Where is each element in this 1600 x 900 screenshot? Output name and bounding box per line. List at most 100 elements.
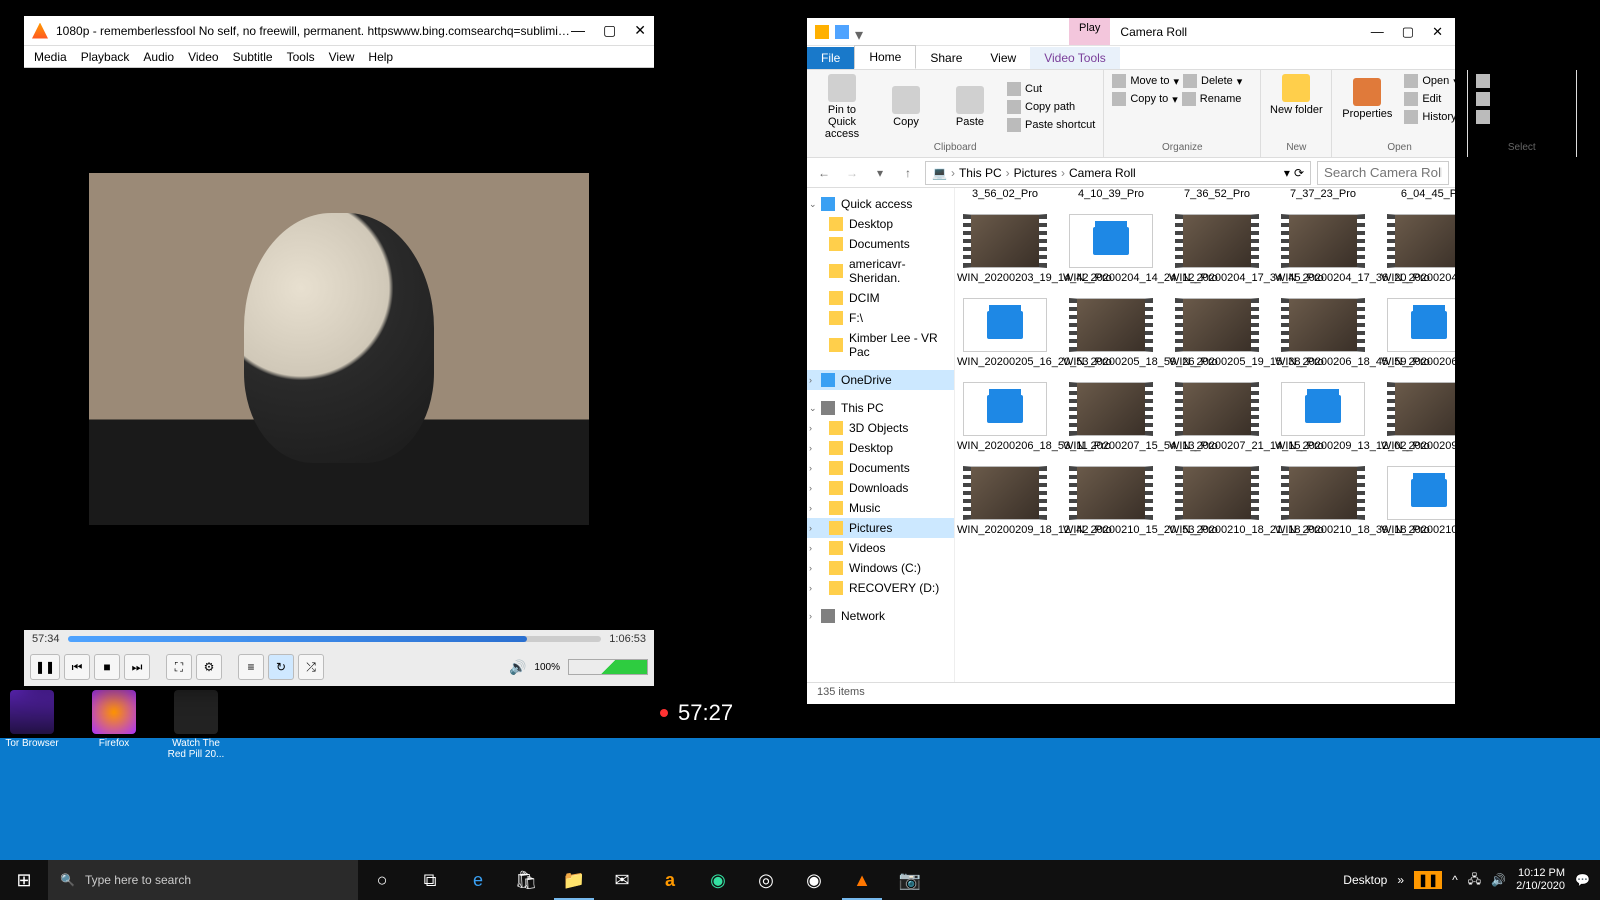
taskbar-app1[interactable]: ◎ bbox=[742, 860, 790, 900]
nav-item[interactable]: ›Music bbox=[807, 498, 954, 518]
rename-button[interactable]: Rename bbox=[1182, 92, 1242, 106]
nav-item[interactable]: DCIM bbox=[807, 288, 954, 308]
vlc-menu-media[interactable]: Media bbox=[34, 50, 67, 64]
select-none-button[interactable]: Select none bbox=[1476, 92, 1568, 106]
file-item[interactable]: 4_10_39_Pro bbox=[1063, 192, 1159, 200]
delete-button[interactable]: Delete ▾ bbox=[1183, 74, 1242, 88]
file-item[interactable]: WIN_20200203_19_14_42_Pro bbox=[957, 214, 1053, 284]
nav-item[interactable]: ›3D Objects bbox=[807, 418, 954, 438]
vlc-titlebar[interactable]: 1080p - rememberlessfool No self, no fre… bbox=[24, 16, 654, 46]
nav-item[interactable]: ›Downloads bbox=[807, 478, 954, 498]
cut-button[interactable]: Cut bbox=[1007, 82, 1095, 96]
file-item[interactable]: WIN_20200210_1_15_11_P bbox=[1381, 466, 1455, 536]
vlc-menu-help[interactable]: Help bbox=[368, 50, 393, 64]
nav-item[interactable]: Desktop bbox=[807, 214, 954, 234]
vlc-menu-audio[interactable]: Audio bbox=[143, 50, 174, 64]
properties-button[interactable]: Properties bbox=[1340, 78, 1394, 120]
tray-app-icon[interactable]: ❚❚ bbox=[1414, 871, 1442, 889]
taskbar-clock[interactable]: 10:12 PM2/10/2020 bbox=[1516, 867, 1565, 893]
nav-item[interactable]: ›Pictures bbox=[807, 518, 954, 538]
vlc-menu-subtitle[interactable]: Subtitle bbox=[233, 50, 273, 64]
nav-item[interactable]: Kimber Lee - VR Pac bbox=[807, 328, 954, 362]
nav-item[interactable]: Documents bbox=[807, 234, 954, 254]
close-button[interactable]: ✕ bbox=[634, 22, 646, 39]
close-button[interactable]: ✕ bbox=[1432, 24, 1443, 40]
vlc-menu-tools[interactable]: Tools bbox=[287, 50, 315, 64]
breadcrumb[interactable]: 💻 ›This PC ›Pictures ›Camera Roll ▾ ⟳ bbox=[925, 161, 1311, 185]
tab-share[interactable]: Share bbox=[916, 47, 976, 69]
up-button[interactable]: ↑ bbox=[897, 162, 919, 184]
file-item[interactable]: WIN_20200204_14_24_12_Pro bbox=[1063, 214, 1159, 284]
file-item[interactable]: 3_56_02_Pro bbox=[957, 192, 1053, 200]
task-view-button[interactable]: ⧉ bbox=[406, 860, 454, 900]
prev-button[interactable]: ⏮ bbox=[64, 654, 90, 680]
taskbar-explorer[interactable]: 📁 bbox=[550, 860, 598, 900]
desktop-icon-firefox[interactable]: Firefox bbox=[82, 690, 146, 760]
file-item[interactable]: 7_37_23_Pro bbox=[1275, 192, 1371, 200]
qat-icon[interactable] bbox=[835, 25, 849, 39]
copy-path-button[interactable]: Copy path bbox=[1007, 100, 1095, 114]
history-button[interactable]: History bbox=[1404, 110, 1458, 124]
mute-icon[interactable]: 🔊 bbox=[509, 659, 526, 676]
vlc-menu-video[interactable]: Video bbox=[188, 50, 218, 64]
new-folder-button[interactable]: New folder bbox=[1269, 74, 1323, 116]
desktop-icon-redpill[interactable]: Watch The Red Pill 20... bbox=[164, 690, 228, 760]
extended-settings-button[interactable]: ⚙ bbox=[196, 654, 222, 680]
file-item[interactable]: WIN_20200204_17_34_45_Pro bbox=[1169, 214, 1265, 284]
file-item[interactable]: WIN_20200206_18_53_11_Pro bbox=[957, 382, 1053, 452]
file-item[interactable]: WIN_20200205_16_20_53_Pro bbox=[957, 298, 1053, 368]
vlc-menu-playback[interactable]: Playback bbox=[81, 50, 130, 64]
file-item[interactable]: WIN_20200210_18_39_18_Pro bbox=[1275, 466, 1371, 536]
copy-to-button[interactable]: Copy to ▾ bbox=[1112, 92, 1177, 106]
seek-bar[interactable] bbox=[68, 636, 602, 642]
tray-overflow-icon[interactable]: ^ bbox=[1452, 873, 1458, 887]
file-item[interactable]: WIN_20200206_18_45_59_Pro bbox=[1275, 298, 1371, 368]
nav-item[interactable]: ›Videos bbox=[807, 538, 954, 558]
file-item[interactable]: WIN_20200209_13_12_02_Pro bbox=[1275, 382, 1371, 452]
nav-item[interactable]: ›Desktop bbox=[807, 438, 954, 458]
file-item[interactable]: WIN_20200207_15_54_13_Pro bbox=[1063, 382, 1159, 452]
pin-to-quick-access-button[interactable]: Pin to Quick access bbox=[815, 74, 869, 140]
start-button[interactable]: ⊞ bbox=[0, 860, 48, 900]
minimize-button[interactable]: — bbox=[1371, 24, 1384, 40]
taskbar-mail[interactable]: ✉ bbox=[598, 860, 646, 900]
edit-button[interactable]: Edit bbox=[1404, 92, 1458, 106]
shuffle-button[interactable]: ⤮ bbox=[298, 654, 324, 680]
action-center-icon[interactable]: 💬 bbox=[1575, 873, 1590, 887]
forward-button[interactable]: → bbox=[841, 162, 863, 184]
qat-dropdown-icon[interactable]: ▾ bbox=[855, 25, 869, 39]
desktop-toolbar-label[interactable]: Desktop bbox=[1343, 873, 1387, 887]
desktop-toolbar-chevron[interactable]: » bbox=[1397, 873, 1404, 887]
taskbar-tripadvisor[interactable]: ◉ bbox=[694, 860, 742, 900]
paste-shortcut-button[interactable]: Paste shortcut bbox=[1007, 118, 1095, 132]
nav-item[interactable]: ›Documents bbox=[807, 458, 954, 478]
pause-button[interactable]: ❚❚ bbox=[30, 654, 60, 680]
invert-selection-button[interactable]: Invert selection bbox=[1476, 110, 1568, 124]
loop-button[interactable]: ↻ bbox=[268, 654, 294, 680]
file-item[interactable]: WIN_20200207_21_14_15_Pro bbox=[1169, 382, 1265, 452]
volume-slider[interactable] bbox=[568, 659, 648, 675]
tab-video-tools[interactable]: Video Tools bbox=[1030, 47, 1120, 69]
cortana-button[interactable]: ○ bbox=[358, 860, 406, 900]
taskbar-camera[interactable]: 📷 bbox=[886, 860, 934, 900]
stop-button[interactable]: ■ bbox=[94, 654, 120, 680]
refresh-button[interactable]: ⟳ bbox=[1294, 166, 1304, 180]
nav-onedrive[interactable]: ›OneDrive bbox=[807, 370, 954, 390]
nav-item[interactable]: ›Windows (C:) bbox=[807, 558, 954, 578]
file-item[interactable]: WIN_20200204_18_03_12_P bbox=[1381, 214, 1455, 284]
search-input[interactable] bbox=[1317, 161, 1449, 185]
vlc-video-area[interactable] bbox=[24, 68, 654, 630]
nav-item[interactable]: ›RECOVERY (D:) bbox=[807, 578, 954, 598]
file-item[interactable]: WIN_20200209_18_12_42_Pro bbox=[957, 466, 1053, 536]
nav-network[interactable]: ›Network bbox=[807, 606, 954, 626]
file-item[interactable]: WIN_20200205_18_59_26_Pro bbox=[1063, 298, 1159, 368]
nav-quick-access[interactable]: ⌄Quick access bbox=[807, 194, 954, 214]
tab-file[interactable]: File bbox=[807, 47, 854, 69]
paste-button[interactable]: Paste bbox=[943, 86, 997, 128]
address-dropdown-icon[interactable]: ▾ bbox=[1284, 166, 1290, 180]
volume-icon[interactable]: 🔊 bbox=[1491, 873, 1506, 887]
select-all-button[interactable]: Select all bbox=[1476, 74, 1568, 88]
desktop-icon-tor[interactable]: Tor Browser bbox=[0, 690, 64, 760]
file-item[interactable]: WIN_20200210_18_21_18_Pro bbox=[1169, 466, 1265, 536]
tab-view[interactable]: View bbox=[976, 47, 1030, 69]
